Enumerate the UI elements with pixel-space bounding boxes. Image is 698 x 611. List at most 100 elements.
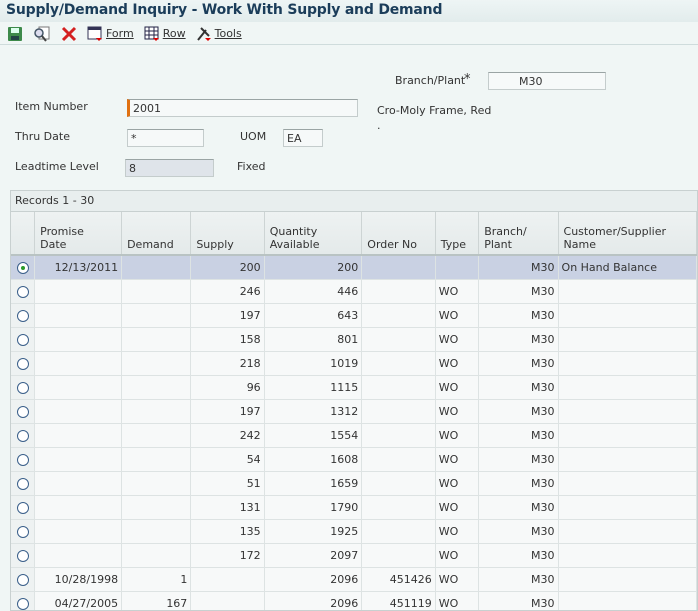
row-radio-button[interactable] xyxy=(16,549,29,562)
cell-customer-supplier-name xyxy=(558,375,697,400)
cell-type: WO xyxy=(435,351,480,376)
row-radio-button[interactable] xyxy=(16,381,29,394)
cell-demand xyxy=(121,375,192,400)
table-row[interactable]: 135 1925 WO M30 xyxy=(11,519,697,544)
row-select-cell[interactable] xyxy=(11,447,36,472)
cell-customer-supplier-name xyxy=(558,519,697,544)
cell-branch-plant: M30 xyxy=(478,399,559,424)
column-header-order-no[interactable]: Order No xyxy=(361,212,436,256)
cell-supply: 158 xyxy=(190,327,265,352)
row-radio-button[interactable] xyxy=(16,525,29,538)
row-select-cell[interactable] xyxy=(11,519,36,544)
uom-input[interactable]: EA xyxy=(283,129,323,147)
thru-date-input[interactable]: * xyxy=(127,129,204,147)
row-select-cell[interactable] xyxy=(11,399,36,424)
row-select-cell[interactable] xyxy=(11,471,36,496)
column-header-branch-plant[interactable]: Branch/Plant xyxy=(478,212,559,256)
table-row[interactable]: 10/28/1998 1 2096 451426 WO M30 xyxy=(11,567,697,592)
cell-order-no: 451426 xyxy=(361,567,436,592)
cell-quantity-available: 1312 xyxy=(264,399,363,424)
row-select-cell[interactable] xyxy=(11,567,36,592)
cell-demand xyxy=(121,495,192,520)
cell-order-no xyxy=(361,399,436,424)
cell-supply: 200 xyxy=(190,255,265,280)
column-header-type[interactable]: Type xyxy=(435,212,480,256)
form-menu-button[interactable]: Form xyxy=(84,26,137,42)
save-button[interactable] xyxy=(4,26,26,42)
cell-type: WO xyxy=(435,591,480,610)
row-radio-button[interactable] xyxy=(16,261,29,274)
row-radio-button[interactable] xyxy=(16,285,29,298)
table-row[interactable]: 54 1608 WO M30 xyxy=(11,447,697,472)
column-header-demand[interactable]: Demand xyxy=(121,212,192,256)
row-select-cell[interactable] xyxy=(11,591,36,610)
table-row[interactable]: 197 1312 WO M30 xyxy=(11,399,697,424)
cell-customer-supplier-name xyxy=(558,327,697,352)
toolbar: Form Row Tools xyxy=(0,23,698,45)
cell-promise-date xyxy=(34,519,123,544)
branch-plant-input[interactable]: M30 xyxy=(488,72,606,90)
row-select-cell[interactable] xyxy=(11,327,36,352)
cell-order-no xyxy=(361,327,436,352)
column-header-quantity-available[interactable]: Quantity Available xyxy=(264,212,363,256)
cell-supply: 218 xyxy=(190,351,265,376)
row-radio-button[interactable] xyxy=(16,309,29,322)
cell-type: WO xyxy=(435,399,480,424)
tools-icon xyxy=(196,26,211,41)
cell-supply: 135 xyxy=(190,519,265,544)
column-header-supply[interactable]: Supply xyxy=(190,212,265,256)
row-select-cell[interactable] xyxy=(11,255,36,280)
table-row[interactable]: 242 1554 WO M30 xyxy=(11,423,697,448)
table-row[interactable]: 246 446 WO M30 xyxy=(11,279,697,304)
row-radio-button[interactable] xyxy=(16,333,29,346)
table-row[interactable]: 172 2097 WO M30 xyxy=(11,543,697,568)
row-select-cell[interactable] xyxy=(11,279,36,304)
cell-customer-supplier-name xyxy=(558,303,697,328)
cell-supply: 96 xyxy=(190,375,265,400)
row-radio-button[interactable] xyxy=(16,429,29,442)
row-menu-button[interactable]: Row xyxy=(141,26,189,42)
column-header-customer-supplier-name[interactable]: Customer/Supplier Name xyxy=(558,212,697,256)
cell-promise-date: 10/28/1998 xyxy=(34,567,123,592)
cell-quantity-available: 200 xyxy=(264,255,363,280)
row-radio-button[interactable] xyxy=(16,477,29,490)
row-select-cell[interactable] xyxy=(11,495,36,520)
row-select-cell[interactable] xyxy=(11,423,36,448)
cell-branch-plant: M30 xyxy=(478,519,559,544)
cell-demand xyxy=(121,327,192,352)
row-select-cell[interactable] xyxy=(11,375,36,400)
cell-type: WO xyxy=(435,471,480,496)
close-button[interactable] xyxy=(58,26,80,42)
row-select-cell[interactable] xyxy=(11,303,36,328)
header-line-2: Supply xyxy=(196,238,234,251)
tools-menu-button[interactable]: Tools xyxy=(193,26,245,42)
table-row[interactable]: 197 643 WO M30 xyxy=(11,303,697,328)
table-row[interactable]: 04/27/2005 167 2096 451119 WO M30 xyxy=(11,591,697,610)
cell-demand xyxy=(121,471,192,496)
cell-branch-plant: M30 xyxy=(478,255,559,280)
row-radio-button[interactable] xyxy=(16,357,29,370)
table-row[interactable]: 51 1659 WO M30 xyxy=(11,471,697,496)
cell-promise-date xyxy=(34,351,123,376)
row-radio-button[interactable] xyxy=(16,405,29,418)
column-header-promise-date[interactable]: Promise Date xyxy=(34,212,123,256)
item-number-label: Item Number xyxy=(15,100,88,113)
table-row[interactable]: 158 801 WO M30 xyxy=(11,327,697,352)
table-row[interactable]: 12/13/2011 200 200 M30 On Hand Balance xyxy=(11,255,697,280)
row-select-cell[interactable] xyxy=(11,351,36,376)
row-radio-button[interactable] xyxy=(16,597,29,610)
table-row[interactable]: 131 1790 WO M30 xyxy=(11,495,697,520)
cell-branch-plant: M30 xyxy=(478,567,559,592)
row-select-cell[interactable] xyxy=(11,543,36,568)
table-row[interactable]: 218 1019 WO M30 xyxy=(11,351,697,376)
row-radio-button[interactable] xyxy=(16,453,29,466)
find-button[interactable] xyxy=(30,26,54,42)
header-line-2: Available xyxy=(269,238,320,251)
cell-branch-plant: M30 xyxy=(478,495,559,520)
row-radio-button[interactable] xyxy=(16,573,29,586)
cell-promise-date: 12/13/2011 xyxy=(34,255,123,280)
cell-customer-supplier-name xyxy=(558,279,697,304)
item-number-input[interactable]: 2001 xyxy=(127,99,358,117)
row-radio-button[interactable] xyxy=(16,501,29,514)
table-row[interactable]: 96 1115 WO M30 xyxy=(11,375,697,400)
